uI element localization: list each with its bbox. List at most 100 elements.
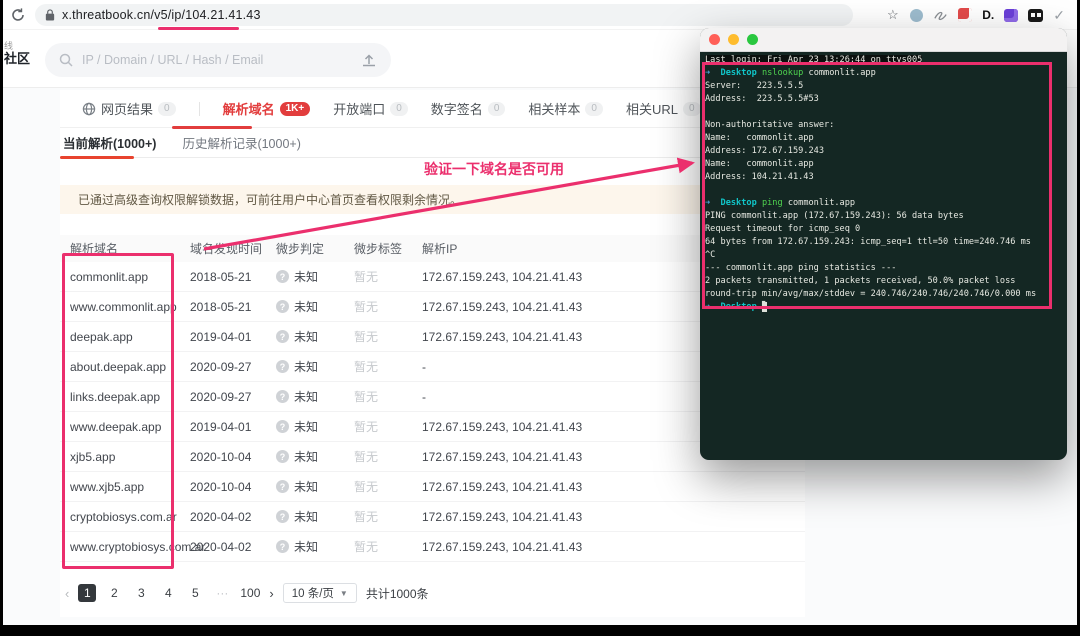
tab-badge: 0 [158, 101, 176, 116]
verdict-cell: ? 未知 [276, 388, 354, 405]
verdict-label: 未知 [294, 270, 319, 284]
logo-community-text: 社区 [4, 50, 31, 66]
tag-cell: 暂无 [354, 480, 379, 494]
question-circle-icon: ? [276, 360, 289, 373]
subtab-history-resolution[interactable]: 历史解析记录(1000+) [182, 133, 300, 152]
page-size-value: 10 条/页 [291, 588, 334, 600]
next-page-button[interactable]: › [269, 586, 273, 601]
page-ellipsis: ··· [216, 586, 229, 600]
maximize-button[interactable] [747, 34, 758, 45]
prev-page-button[interactable]: ‹ [65, 586, 69, 601]
toolbar-icons: ☆ D. ✓ [885, 0, 1065, 30]
chevron-down-icon: ▼ [339, 588, 348, 598]
tag-cell: 暂无 [354, 300, 379, 314]
table-header-cell: 微步判定 [276, 242, 325, 256]
tag-cell: 暂无 [354, 540, 379, 554]
resolved-ip-cell: 172.67.159.243, 104.21.41.43 [422, 509, 583, 524]
check-icon[interactable]: ✓ [1053, 7, 1065, 24]
extension-scribble-icon[interactable] [933, 8, 948, 23]
discovery-date-cell: 2019-04-01 [190, 419, 252, 434]
question-circle-icon: ? [276, 300, 289, 313]
discovery-date-cell: 2020-09-27 [190, 359, 252, 374]
terminal-titlebar[interactable] [700, 28, 1067, 52]
extension-d-icon[interactable]: D. [982, 8, 994, 22]
tab-badge: 1K+ [279, 101, 311, 116]
search-placeholder: IP / Domain / URL / Hash / Email [82, 53, 264, 67]
subtab-current-resolution[interactable]: 当前解析(1000+) [63, 133, 156, 152]
verdict-cell: ? 未知 [276, 508, 354, 525]
tab-digital-signature[interactable]: 数字签名 0 [431, 99, 506, 118]
url-text[interactable]: x.threatbook.cn/v5/ip/104.21.41.43 [62, 8, 261, 22]
search-input[interactable]: IP / Domain / URL / Hash / Email [45, 43, 391, 77]
question-circle-icon: ? [276, 390, 289, 403]
lock-icon [45, 8, 55, 21]
resolved-ip-cell: 172.67.159.243, 104.21.41.43 [422, 539, 583, 554]
tab-open-ports[interactable]: 开放端口 0 [333, 99, 408, 118]
extension-red-icon[interactable] [958, 8, 973, 22]
pagination: ‹ 1 2 3 4 5 ··· 100 › 10 条/页 ▼ 共计1000条 [60, 583, 805, 603]
tab-label: 网页结果 [101, 102, 154, 117]
annotation-text: 验证一下域名是否可用 [424, 161, 564, 177]
page-button[interactable]: 3 [132, 584, 150, 602]
tab-label: 数字签名 [430, 102, 483, 117]
verdict-label: 未知 [294, 300, 319, 314]
page-button[interactable]: 5 [186, 584, 204, 602]
discovery-date-cell: 2019-04-01 [190, 329, 252, 344]
verdict-label: 未知 [294, 330, 319, 344]
verdict-cell: ? 未知 [276, 478, 354, 495]
verdict-label: 未知 [294, 540, 319, 554]
tag-cell: 暂无 [354, 510, 379, 524]
tab-badge: 0 [585, 101, 603, 116]
bookmark-star-icon[interactable]: ☆ [885, 7, 900, 23]
close-button[interactable] [709, 34, 720, 45]
tab-badge: 0 [682, 101, 701, 116]
resolution-subtabs: 当前解析(1000+) 历史解析记录(1000+) [60, 128, 805, 159]
address-bar[interactable]: x.threatbook.cn/v5/ip/104.21.41.43 [35, 3, 853, 26]
tab-web-results[interactable]: 网页结果 0 [82, 99, 176, 118]
tag-cell: 暂无 [354, 360, 379, 374]
page-button[interactable]: 2 [105, 584, 123, 602]
page-button[interactable]: 4 [159, 584, 177, 602]
tab-label: 相关样本 [528, 102, 581, 117]
reload-icon[interactable] [10, 7, 26, 23]
result-tabs: 网页结果 0 解析域名 1K+ 开放端口 0 数字签名 0 相关样本 0 相关U… [60, 90, 805, 129]
site-logo: 线 社区 [4, 41, 31, 66]
page-size-select[interactable]: 10 条/页 ▼ [282, 583, 357, 603]
tab-divider [198, 101, 200, 116]
verdict-cell: ? 未知 [276, 298, 354, 315]
upload-icon[interactable] [361, 53, 377, 68]
annotation-domain-column-box [62, 253, 174, 569]
tab-related-url[interactable]: 相关URL 0 [626, 99, 701, 118]
question-circle-icon: ? [276, 330, 289, 343]
annotation-url-underline [158, 27, 239, 30]
verdict-cell: ? 未知 [276, 538, 354, 555]
extension-circle-icon[interactable] [910, 8, 924, 22]
search-icon [59, 53, 73, 67]
page-button[interactable]: 1 [78, 584, 97, 602]
table-header-cell: 微步标签 [354, 242, 403, 256]
discovery-date-cell: 2020-10-04 [190, 479, 252, 494]
extension-glasses-icon[interactable] [1028, 8, 1044, 22]
tag-cell: 暂无 [354, 390, 379, 404]
minimize-button[interactable] [728, 34, 739, 45]
tag-cell: 暂无 [354, 330, 379, 344]
tab-resolved-domains[interactable]: 解析域名 1K+ [223, 99, 311, 118]
verdict-label: 未知 [294, 420, 319, 434]
page-button[interactable]: 100 [240, 584, 260, 602]
verdict-cell: ? 未知 [276, 268, 354, 285]
browser-toolbar: x.threatbook.cn/v5/ip/104.21.41.43 ☆ D. … [3, 0, 1077, 30]
tab-related-samples[interactable]: 相关样本 0 [528, 99, 603, 118]
tag-cell: 暂无 [354, 270, 379, 284]
question-circle-icon: ? [276, 510, 289, 523]
globe-icon [82, 102, 96, 115]
discovery-date-cell: 2020-04-02 [190, 509, 252, 524]
verdict-cell: ? 未知 [276, 358, 354, 375]
question-circle-icon: ? [276, 450, 289, 463]
verdict-label: 未知 [294, 390, 319, 404]
tab-label: 开放端口 [333, 102, 386, 117]
verdict-cell: ? 未知 [276, 328, 354, 345]
discovery-date-cell: 2020-04-02 [190, 539, 252, 554]
extension-purple-icon[interactable] [1004, 8, 1019, 22]
permission-notice: 已通过高级查询权限解锁数据，可前往用户中心首页查看权限剩余情况。 [60, 185, 805, 214]
verdict-cell: ? 未知 [276, 418, 354, 435]
